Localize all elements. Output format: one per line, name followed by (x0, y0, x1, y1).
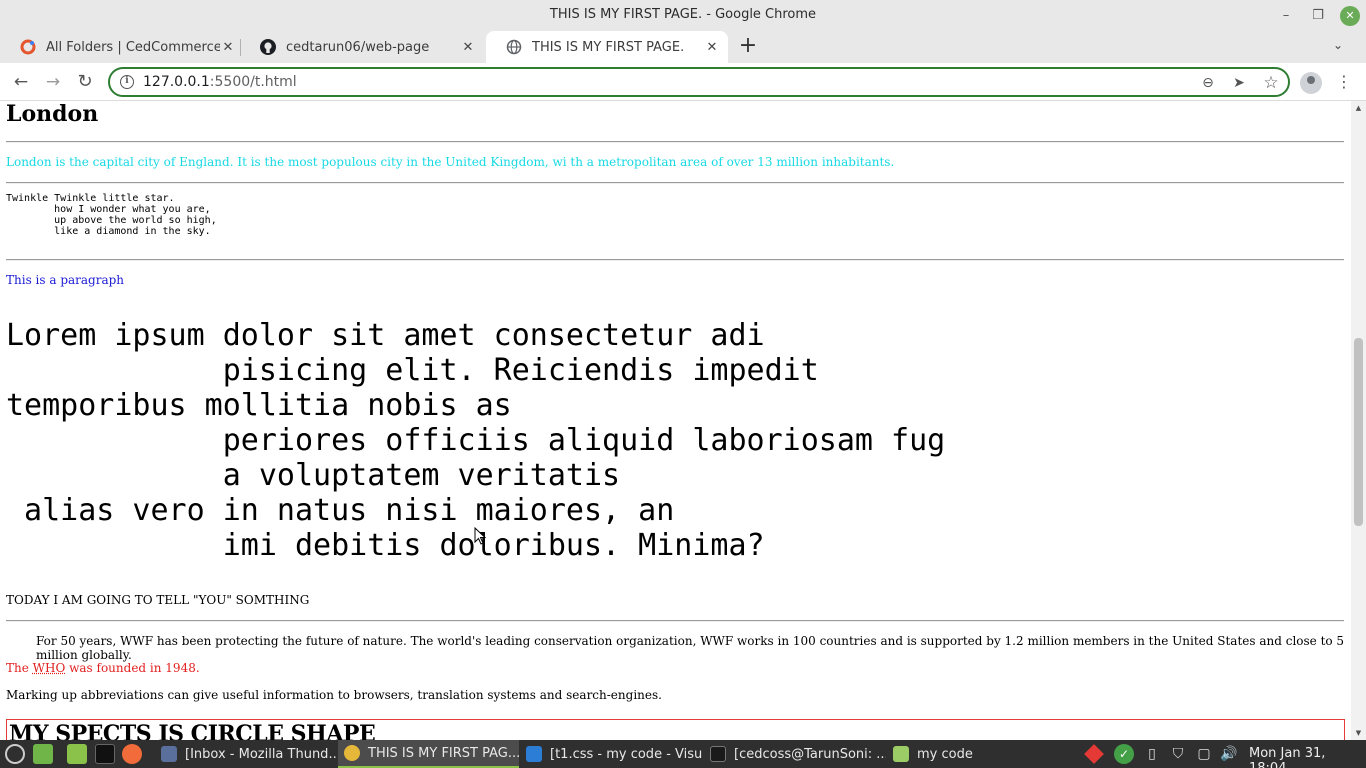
taskbar-item-folder[interactable]: my code (887, 740, 1007, 768)
site-info-icon[interactable]: i (120, 75, 134, 89)
window-close-button[interactable]: ✕ (1340, 6, 1360, 26)
who-prefix: The (6, 661, 33, 675)
mouse-cursor-icon (474, 527, 486, 545)
new-tab-button[interactable]: + (737, 35, 759, 57)
show-desktop-icon[interactable] (33, 744, 53, 764)
tab-search-button[interactable]: ⌄ (1328, 38, 1348, 56)
folder-icon (893, 746, 909, 762)
clock[interactable]: Mon Jan 31, 18:04 (1249, 746, 1366, 768)
back-button[interactable]: ← (10, 71, 32, 93)
tab-label: THIS IS MY FIRST PAGE. (532, 39, 685, 55)
taskbar-item-label: [Inbox - Mozilla Thund... (185, 746, 338, 762)
terminal-icon (710, 746, 726, 762)
profile-avatar-icon[interactable] (1300, 72, 1322, 94)
blue-paragraph: This is a paragraph (6, 273, 125, 287)
chrome-menu-button[interactable]: ⋮ (1334, 71, 1354, 93)
reload-button[interactable]: ↻ (74, 71, 96, 93)
who-abbreviation[interactable]: WHO (33, 661, 66, 675)
thunderbird-icon (161, 746, 177, 762)
github-icon (260, 39, 276, 55)
taskbar-item-label: [cedcoss@TarunSoni: ... (734, 746, 886, 762)
taskbar-item-label: THIS IS MY FIRST PAG... (368, 745, 519, 761)
london-paragraph: London is the capital city of England. I… (6, 155, 895, 169)
terminal-icon[interactable] (95, 744, 115, 764)
taskbar-item-terminal[interactable]: [cedcoss@TarunSoni: ... (704, 740, 886, 768)
tab-strip: All Folders | CedCommerce (L ✕ cedtarun0… (0, 31, 1366, 63)
taskbar-item-thunderbird[interactable]: [Inbox - Mozilla Thund... (155, 740, 338, 768)
today-paragraph: TODAY I AM GOING TO TELL "YOU" SOMTHING (6, 593, 310, 607)
scroll-up-icon[interactable]: ▲ (1354, 104, 1363, 112)
volume-icon[interactable]: 🔊 (1219, 744, 1239, 764)
vertical-scrollbar[interactable]: ▲ ▼ (1351, 101, 1366, 740)
window-titlebar: THIS IS MY FIRST PAGE. - Google Chrome –… (0, 0, 1366, 31)
horizontal-rule (6, 141, 1344, 143)
tab-label: All Folders | CedCommerce (L (46, 39, 220, 55)
poem-preformatted: Twinkle Twinkle little star. how I wonde… (6, 193, 217, 237)
zoom-icon[interactable]: ⊖ (1199, 74, 1217, 92)
vscode-icon (526, 746, 542, 762)
update-check-icon[interactable]: ✓ (1114, 744, 1134, 764)
horizontal-rule (6, 620, 1344, 622)
wwf-blockquote: For 50 years, WWF has been protecting th… (36, 634, 1345, 662)
url-host: 127.0.0.1 (143, 74, 210, 90)
taskbar: [Inbox - Mozilla Thund... THIS IS MY FIR… (0, 740, 1366, 768)
tab-close-icon[interactable]: ✕ (704, 40, 720, 55)
who-suffix: was founded in 1948. (65, 661, 200, 675)
tab-cedcommerce[interactable]: All Folders | CedCommerce (L ✕ (0, 31, 244, 63)
cedcommerce-icon (20, 39, 36, 55)
abbreviation-paragraph: Marking up abbreviations can give useful… (6, 688, 662, 702)
taskbar-item-label: my code (917, 746, 973, 762)
scrollbar-thumb[interactable] (1354, 338, 1363, 526)
files-icon[interactable] (67, 744, 87, 764)
address-bar[interactable]: i 127.0.0.1:5500/t.html ⊖ ➤ ☆ (108, 67, 1290, 97)
chrome-icon (344, 745, 360, 761)
git-icon[interactable] (1084, 744, 1104, 764)
send-tab-icon[interactable]: ➤ (1230, 74, 1248, 92)
network-icon[interactable]: ▢ (1194, 744, 1214, 764)
firefox-icon[interactable] (122, 744, 142, 764)
london-heading: London (6, 101, 99, 127)
tab-first-page[interactable]: THIS IS MY FIRST PAGE. ✕ (486, 31, 728, 63)
bookmark-star-icon[interactable]: ☆ (1262, 74, 1280, 92)
clipboard-icon[interactable]: ▯ (1142, 744, 1162, 764)
minimize-button[interactable]: – (1276, 6, 1296, 26)
who-paragraph: The WHO was founded in 1948. (6, 661, 200, 675)
taskbar-item-label: [t1.css - my code - Visu... (550, 746, 703, 762)
horizontal-rule (6, 182, 1344, 184)
taskbar-item-chrome[interactable]: THIS IS MY FIRST PAG... (338, 740, 519, 768)
url-text[interactable]: 127.0.0.1:5500/t.html (143, 74, 297, 90)
horizontal-rule (6, 259, 1344, 261)
circle-shape-box: MY SPECTS IS CIRCLE SHAPE (6, 719, 1345, 740)
tab-close-icon[interactable]: ✕ (460, 40, 476, 55)
taskbar-item-vscode[interactable]: [t1.css - my code - Visu... (520, 740, 703, 768)
shield-icon[interactable]: ⛉ (1168, 744, 1188, 764)
page-viewport: London London is the capital city of Eng… (0, 101, 1351, 740)
maximize-button[interactable]: ❐ (1308, 6, 1328, 26)
tab-close-icon[interactable]: ✕ (220, 40, 236, 55)
url-path: :5500/t.html (209, 74, 297, 90)
globe-icon (506, 39, 522, 55)
browser-toolbar: ← → ↻ i 127.0.0.1:5500/t.html ⊖ ➤ ☆ ⋮ (0, 63, 1366, 101)
scroll-down-icon[interactable]: ▼ (1354, 729, 1363, 737)
window-title: THIS IS MY FIRST PAGE. - Google Chrome (549, 7, 817, 22)
tab-label: cedtarun06/web-page (286, 39, 430, 55)
tab-github[interactable]: cedtarun06/web-page ✕ (240, 31, 484, 63)
forward-button[interactable]: → (42, 71, 64, 93)
menu-icon[interactable] (5, 744, 25, 764)
circle-heading: MY SPECTS IS CIRCLE SHAPE (9, 721, 376, 740)
